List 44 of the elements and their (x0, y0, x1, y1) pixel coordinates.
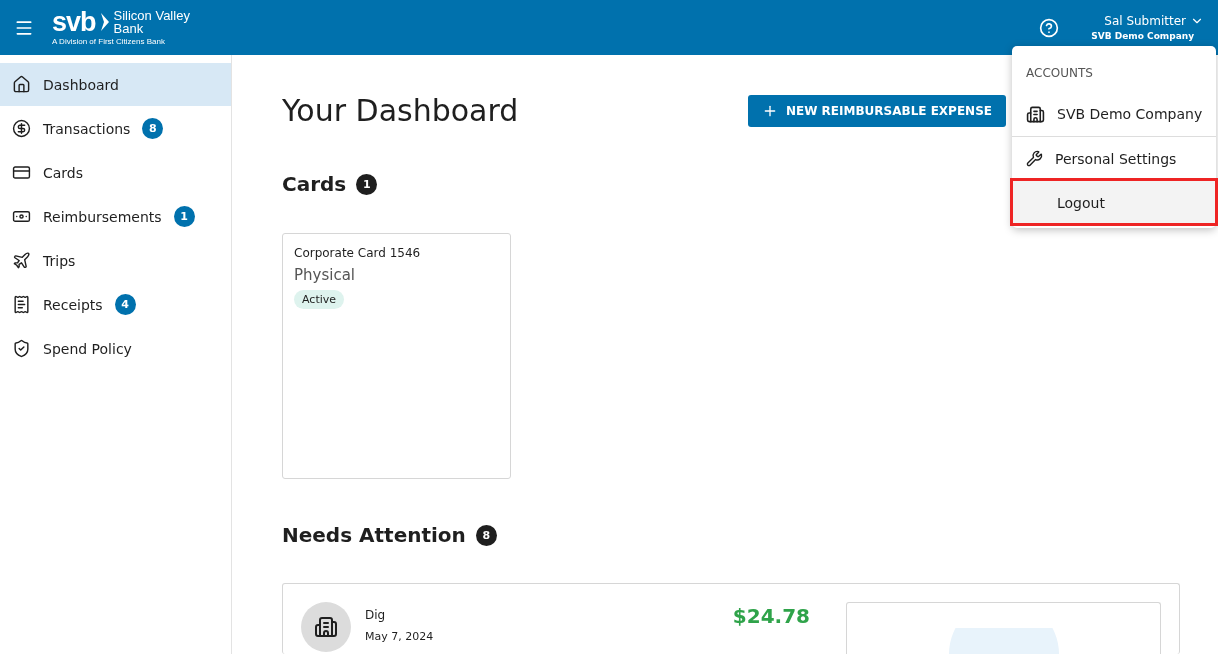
menu-item[interactable]: SVB Demo Company (1012, 92, 1216, 136)
sidebar-item[interactable]: Dashboard (0, 63, 231, 106)
shield-icon (12, 339, 31, 358)
receipt-icon (12, 295, 31, 314)
building-icon (314, 615, 338, 639)
plane-icon (12, 251, 31, 270)
chevron-logo-icon (99, 12, 110, 32)
sidebar-item[interactable]: Reimbursements 1 (0, 195, 231, 238)
count-badge: 1 (356, 173, 378, 195)
status-badge: Active (294, 290, 345, 309)
sidebar-item[interactable]: Spend Policy (0, 327, 231, 370)
menu-item[interactable]: Personal Settings (1012, 136, 1216, 180)
menu-heading: ACCOUNTS (1025, 65, 1094, 82)
sidebar-item[interactable]: Cards (0, 151, 231, 194)
dollar-icon (12, 119, 31, 138)
sidebar-item[interactable]: Receipts 4 (0, 283, 231, 326)
home-icon (12, 75, 31, 94)
card-icon (12, 163, 31, 182)
section-title: Cards (282, 172, 347, 196)
merchant-name: Dig (365, 608, 387, 622)
count-badge: 8 (475, 524, 497, 546)
count-badge: 4 (114, 294, 136, 315)
card-type: Physical (294, 266, 356, 284)
menu-item[interactable]: Logout (1012, 180, 1216, 224)
sidebar-item[interactable]: Trips (0, 239, 231, 282)
wrench-icon (1026, 150, 1043, 167)
sidebar-item[interactable]: Transactions 8 (0, 107, 231, 150)
card-name: Corporate Card 1546 (294, 246, 421, 260)
count-badge: 8 (142, 118, 164, 139)
logo-mark: svb (52, 9, 96, 35)
count-badge: 1 (173, 206, 195, 227)
transaction-date: May 7, 2024 (365, 630, 435, 643)
section-title: Needs Attention (282, 523, 466, 547)
logo-tagline: A Division of First Citizens Bank (52, 37, 166, 46)
help-button[interactable] (1039, 17, 1060, 38)
new-expense-button[interactable]: NEW REIMBURSABLE EXPENSE (747, 94, 1006, 127)
building-icon (1026, 104, 1045, 124)
logo-name: Silicon Valley Bank (113, 9, 191, 35)
attention-card[interactable]: Dig May 7, 2024 $24.78 (282, 583, 1180, 654)
user-company: SVB Demo Company (1091, 31, 1194, 41)
user-menu-button[interactable]: Sal Submitter (1104, 14, 1204, 28)
amount: $24.78 (732, 604, 810, 630)
page-title: Your Dashboard (282, 93, 519, 128)
card-tile[interactable]: Corporate Card 1546 Physical Active (282, 233, 511, 479)
